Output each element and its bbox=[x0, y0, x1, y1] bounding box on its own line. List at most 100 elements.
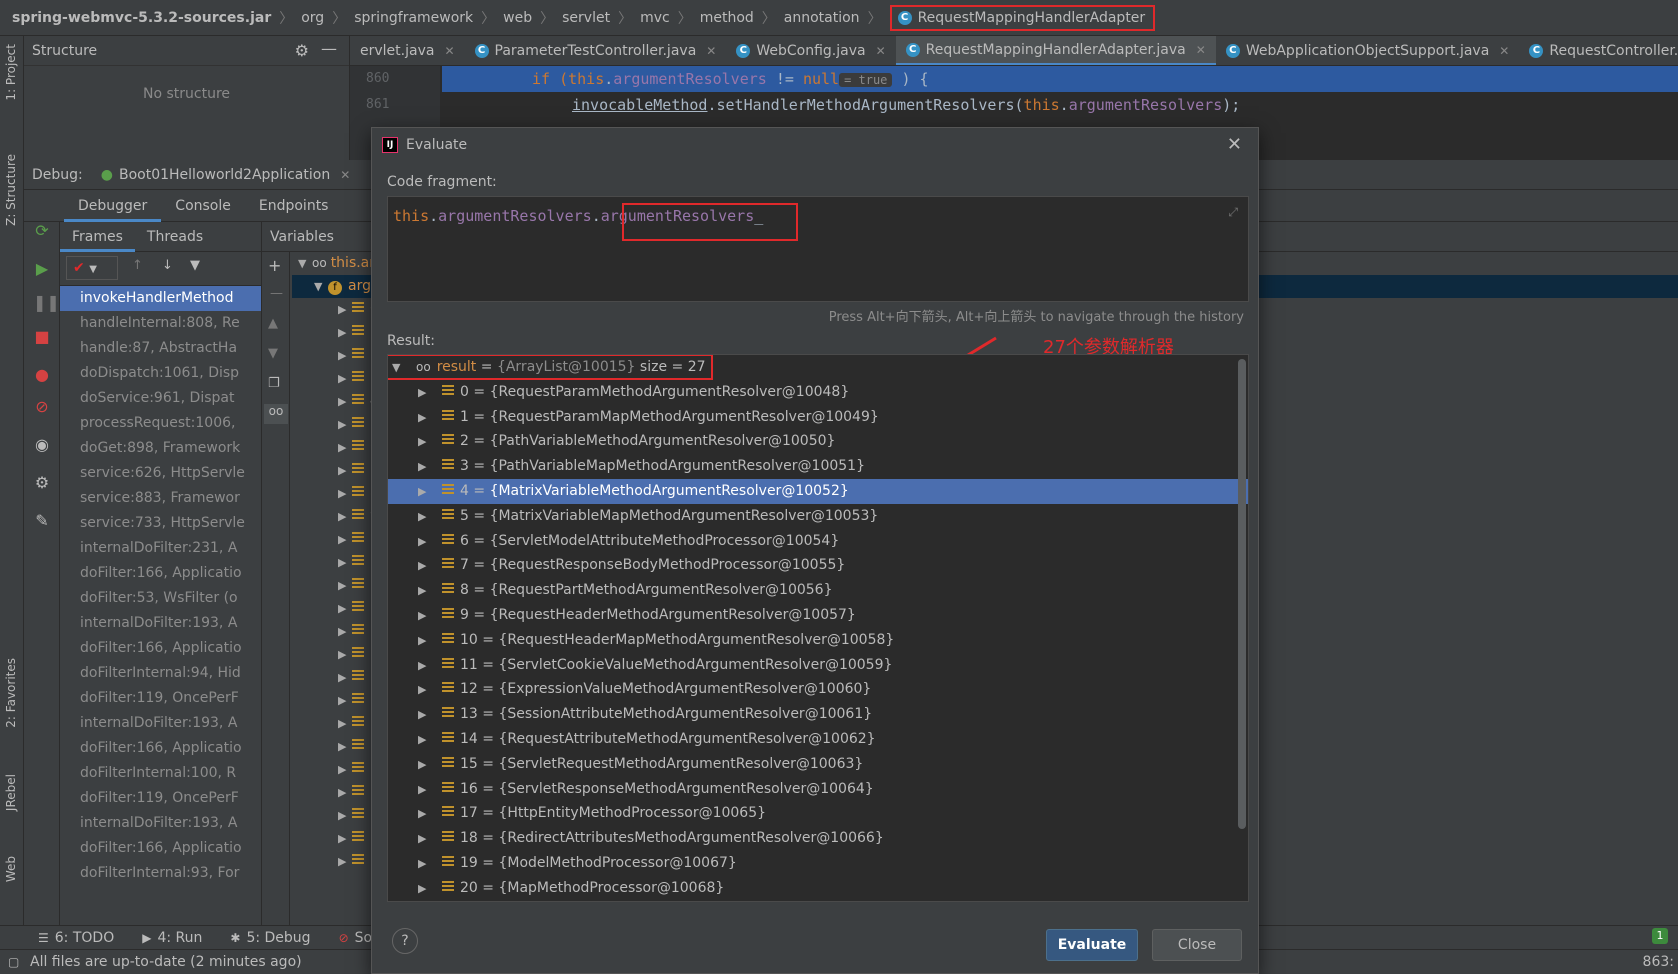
close-button[interactable]: Close bbox=[1152, 929, 1242, 961]
thread-dropdown[interactable]: ✔ ▼ bbox=[66, 256, 118, 280]
resume-icon[interactable]: ▶ bbox=[33, 260, 51, 278]
filter-icon[interactable]: ▼ bbox=[190, 258, 200, 273]
frame-item[interactable]: invokeHandlerMethod bbox=[60, 286, 261, 311]
close-icon[interactable]: ✕ bbox=[876, 44, 886, 58]
evaluate-button[interactable]: Evaluate bbox=[1046, 929, 1138, 961]
result-item-row[interactable]: ▶ 1 = {RequestParamMapMethodArgumentResol… bbox=[388, 405, 1248, 430]
frame-item[interactable]: internalDoFilter:231, A bbox=[60, 536, 261, 561]
move-up-icon[interactable]: ▲ bbox=[268, 316, 278, 331]
result-item-row[interactable]: ▶ 4 = {MatrixVariableMethodArgumentResolv… bbox=[388, 478, 1248, 504]
copy-icon[interactable]: ❐ bbox=[268, 376, 280, 391]
result-item-row[interactable]: ▶ 19 = {ModelMethodProcessor@10067} bbox=[388, 851, 1248, 876]
frame-item[interactable]: service:733, HttpServle bbox=[60, 511, 261, 536]
tab-threads[interactable]: Threads bbox=[135, 222, 215, 252]
result-item-row[interactable]: ▶ 10 = {RequestHeaderMapMethodArgumentRes… bbox=[388, 628, 1248, 653]
frame-item[interactable]: doFilter:53, WsFilter (o bbox=[60, 586, 261, 611]
move-down-icon[interactable]: ▼ bbox=[268, 346, 278, 361]
arrow-up-icon[interactable]: ↑ bbox=[132, 258, 143, 273]
result-item-row[interactable]: ▶ 7 = {RequestResponseBodyMethodProcessor… bbox=[388, 553, 1248, 578]
editor-tab[interactable]: C WebConfig.java ✕ bbox=[726, 36, 895, 65]
result-item-row[interactable]: ▶ 3 = {PathVariableMapMethodArgumentResol… bbox=[388, 454, 1248, 479]
tab-debugger[interactable]: Debugger bbox=[64, 190, 162, 222]
breadcrumb-item[interactable]: mvc bbox=[640, 10, 670, 26]
result-item-row[interactable]: ▶ 16 = {ServletResponseMethodArgumentReso… bbox=[388, 777, 1248, 802]
frame-item[interactable]: doGet:898, Framework bbox=[60, 436, 261, 461]
frame-item[interactable]: doDispatch:1061, Disp bbox=[60, 361, 261, 386]
expand-icon[interactable]: ⤢ bbox=[1228, 205, 1238, 220]
frame-item[interactable]: processRequest:1006, bbox=[60, 411, 261, 436]
frame-item[interactable]: internalDoFilter:193, A bbox=[60, 711, 261, 736]
close-icon[interactable]: ✕ bbox=[444, 44, 454, 58]
result-item-row[interactable]: ▶ 6 = {ServletModelAttributeMethodProcess… bbox=[388, 529, 1248, 554]
result-item-row[interactable]: ▶ 15 = {ServletRequestMethodArgumentResol… bbox=[388, 752, 1248, 777]
remove-watch-icon[interactable]: — bbox=[270, 286, 283, 301]
mute-breakpoints-icon[interactable]: ⊘ bbox=[33, 398, 51, 416]
result-tree[interactable]: ▼ oo result = {ArrayList@10015} size = 27 … bbox=[387, 354, 1249, 902]
result-item-row[interactable]: ▶ 9 = {RequestHeaderMethodArgumentResolve… bbox=[388, 603, 1248, 628]
arrow-down-icon[interactable]: ↓ bbox=[162, 258, 173, 273]
add-watch-icon[interactable]: + bbox=[268, 256, 281, 275]
close-icon[interactable]: ✕ bbox=[1196, 43, 1206, 57]
frame-item[interactable]: doFilter:119, OncePerF bbox=[60, 686, 261, 711]
frame-item[interactable]: doFilterInternal:100, R bbox=[60, 761, 261, 786]
close-icon[interactable]: ✕ bbox=[1227, 134, 1242, 155]
result-item-row[interactable]: ▶ 0 = {RequestParamMethodArgumentResolver… bbox=[388, 380, 1248, 405]
frame-item[interactable]: handle:87, AbstractHa bbox=[60, 336, 261, 361]
result-item-row[interactable]: ▶ 2 = {PathVariableMethodArgumentResolver… bbox=[388, 429, 1248, 454]
jrebel-tool-button[interactable]: JRebel bbox=[4, 774, 18, 811]
result-item-row[interactable]: ▶21 = {ErrorsMethodArgumentResolver@1006… bbox=[388, 901, 1248, 902]
web-tool-button[interactable]: Web bbox=[4, 856, 18, 882]
pin-icon[interactable]: ✎ bbox=[33, 512, 51, 530]
tab-console[interactable]: Console bbox=[161, 190, 245, 222]
frame-item[interactable]: internalDoFilter:193, A bbox=[60, 611, 261, 636]
breadcrumb-item[interactable]: springframework bbox=[354, 10, 473, 26]
settings-icon[interactable]: ⚙ bbox=[33, 474, 51, 492]
breadcrumb-item[interactable]: method bbox=[700, 10, 754, 26]
result-item-row[interactable]: ▶ 17 = {HttpEntityMethodProcessor@10065} bbox=[388, 801, 1248, 826]
frame-item[interactable]: doService:961, Dispat bbox=[60, 386, 261, 411]
frame-item[interactable]: doFilterInternal:94, Hid bbox=[60, 661, 261, 686]
tab-frames[interactable]: Frames bbox=[60, 222, 135, 252]
close-icon[interactable]: ✕ bbox=[1499, 44, 1509, 58]
camera-icon[interactable]: ◉ bbox=[33, 436, 51, 454]
editor-tab[interactable]: CRequestController.java✕ bbox=[1519, 36, 1678, 65]
breadcrumb-current-class[interactable]: C RequestMappingHandlerAdapter bbox=[889, 4, 1156, 31]
help-button[interactable]: ? bbox=[392, 928, 418, 954]
editor-tab[interactable]: C RequestMappingHandlerAdapter.java ✕ bbox=[895, 36, 1216, 65]
code-fragment-input[interactable]: this.argumentResolvers.argumentResolvers… bbox=[387, 196, 1249, 302]
close-icon[interactable]: ✕ bbox=[706, 44, 716, 58]
breadcrumb-item[interactable]: spring-webmvc-5.3.2-sources.jar bbox=[12, 10, 271, 26]
frame-item[interactable]: doFilter:119, OncePerF bbox=[60, 786, 261, 811]
project-tool-button[interactable]: 1: Project bbox=[4, 44, 18, 101]
tab-endpoints[interactable]: Endpoints bbox=[245, 190, 343, 222]
result-item-row[interactable]: ▶ 11 = {ServletCookieValueMethodArgumentR… bbox=[388, 653, 1248, 678]
frame-item[interactable]: doFilter:166, Applicatio bbox=[60, 736, 261, 761]
frame-item[interactable]: doFilter:166, Applicatio bbox=[60, 561, 261, 586]
frame-item[interactable]: service:626, HttpServle bbox=[60, 461, 261, 486]
view-breakpoints-icon[interactable]: ● bbox=[33, 366, 51, 384]
caret-position[interactable]: 863: bbox=[1643, 954, 1674, 970]
structure-tool-button[interactable]: Z: Structure bbox=[4, 154, 18, 226]
editor-tab[interactable]: C ParameterTestController.java ✕ bbox=[465, 36, 727, 65]
event-log-badge[interactable]: 1 bbox=[1652, 928, 1668, 944]
frame-item[interactable]: service:883, Framewor bbox=[60, 486, 261, 511]
result-item-row[interactable]: ▶ 13 = {SessionAttributeMethodArgumentRes… bbox=[388, 702, 1248, 727]
stop-icon[interactable]: ■ bbox=[33, 328, 51, 346]
result-item-row[interactable]: ▶ 12 = {ExpressionValueMethodArgumentReso… bbox=[388, 677, 1248, 702]
result-item-row[interactable]: ▶ 20 = {MapMethodProcessor@10068} bbox=[388, 876, 1248, 901]
breadcrumb-item[interactable]: annotation bbox=[784, 10, 860, 26]
result-item-row[interactable]: ▶ 8 = {RequestPartMethodArgumentResolver@… bbox=[388, 578, 1248, 603]
result-item-row[interactable]: ▶ 18 = {RedirectAttributesMethodArgumentR… bbox=[388, 826, 1248, 851]
editor-tab[interactable]: C WebApplicationObjectSupport.java ✕ bbox=[1216, 36, 1520, 65]
debug-session-tab[interactable]: Boot01Helloworld2Application bbox=[119, 167, 330, 183]
watches-icon[interactable]: oo bbox=[264, 404, 288, 424]
result-root-row[interactable]: ▼ oo result = {ArrayList@10015} size = 27 bbox=[388, 355, 1248, 380]
todo-tool-button[interactable]: ☰ 6: TODO bbox=[38, 930, 114, 946]
breadcrumb-item[interactable]: org bbox=[301, 10, 324, 26]
breadcrumb-item[interactable]: web bbox=[503, 10, 532, 26]
run-tool-button[interactable]: ▶ 4: Run bbox=[142, 930, 202, 946]
close-icon[interactable]: ✕ bbox=[340, 168, 350, 182]
breadcrumb-item[interactable]: servlet bbox=[562, 10, 610, 26]
frame-item[interactable]: handleInternal:808, Re bbox=[60, 311, 261, 336]
debug-tool-button[interactable]: ✱ 5: Debug bbox=[230, 930, 310, 946]
